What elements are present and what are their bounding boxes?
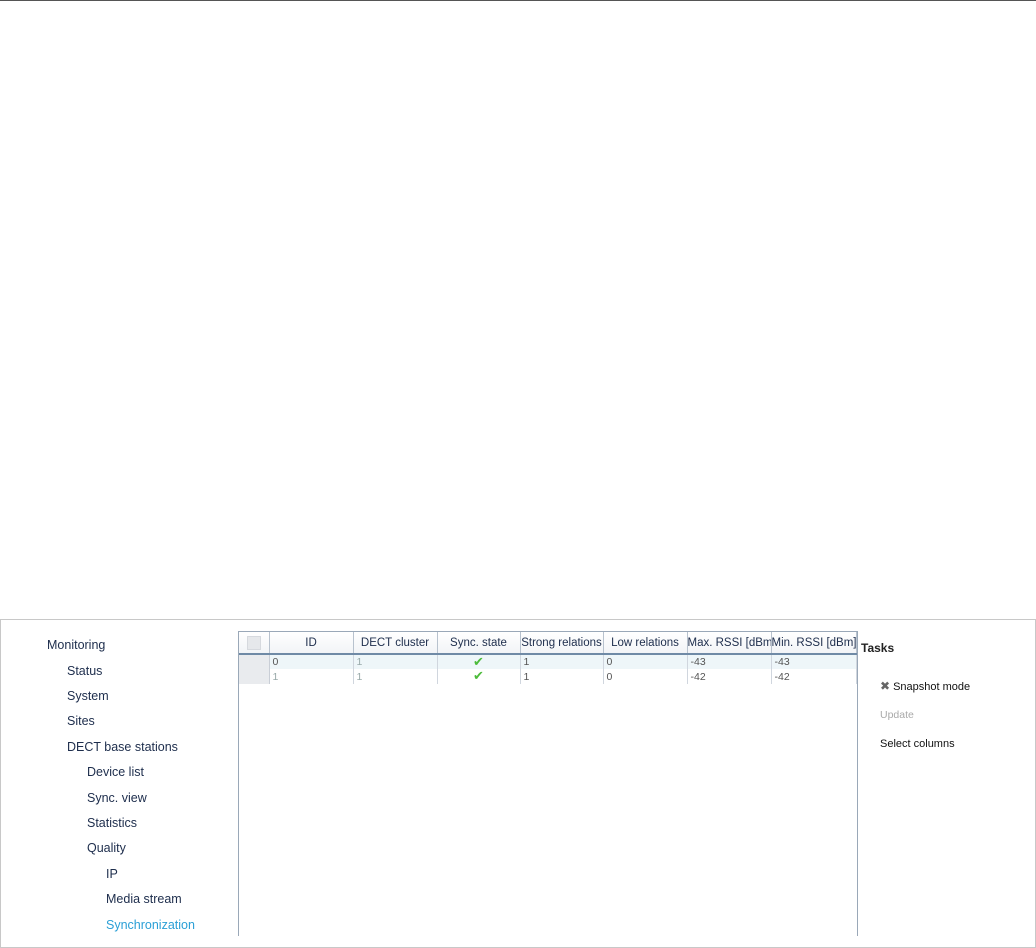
- cell-min-rssi: -43: [771, 654, 857, 669]
- header-row: ID DECT cluster Sync. state Strong relat…: [239, 632, 857, 655]
- nav-item-sites[interactable]: Sites: [67, 714, 95, 728]
- tasks-panel: Tasks ✖ Snapshot mode Update Select colum…: [859, 620, 1035, 947]
- navigation-tree: Monitoring Status System Sites DECT base…: [1, 620, 237, 947]
- select-all-header[interactable]: [239, 632, 270, 655]
- column-header-low-relations[interactable]: Low relations: [603, 632, 688, 655]
- nav-item-system[interactable]: System: [67, 689, 109, 703]
- snapshot-mode-label: Snapshot mode: [893, 681, 971, 693]
- cell-min-rssi: -42: [771, 669, 857, 684]
- column-header-max-rssi[interactable]: Max. RSSI [dBm]: [687, 632, 772, 655]
- column-header-strong-relations[interactable]: Strong relations: [520, 632, 604, 655]
- cell-dect-cluster: 1: [353, 654, 438, 669]
- update-button[interactable]: Update: [880, 709, 914, 721]
- main-panel: Monitoring Status System Sites DECT base…: [0, 619, 1036, 948]
- check-icon: ✔: [473, 669, 484, 683]
- nav-item-sync-view[interactable]: Sync. view: [87, 791, 147, 805]
- tasks-title: Tasks: [861, 641, 895, 655]
- table-row[interactable]: 1 1 ✔ 1 0 -42 -42: [239, 669, 857, 684]
- cell-max-rssi: -42: [687, 669, 772, 684]
- cell-strong-relations: 1: [520, 669, 604, 684]
- cell-strong-relations: 1: [520, 654, 604, 669]
- top-divider: [0, 0, 1036, 1]
- cell-low-relations: 0: [603, 669, 688, 684]
- nav-item-ip[interactable]: IP: [106, 867, 118, 881]
- column-header-dect-cluster[interactable]: DECT cluster: [353, 632, 438, 655]
- cell-sync-state: ✔: [437, 669, 521, 684]
- nav-item-status[interactable]: Status: [67, 664, 102, 678]
- row-selector[interactable]: [239, 654, 270, 669]
- column-header-min-rssi[interactable]: Min. RSSI [dBm]: [771, 632, 857, 655]
- row-selector[interactable]: [239, 669, 270, 684]
- nav-item-monitoring[interactable]: Monitoring: [47, 638, 105, 652]
- close-icon: ✖: [880, 679, 891, 693]
- check-icon: ✔: [473, 654, 484, 669]
- select-all-checkbox[interactable]: [246, 635, 261, 650]
- column-header-sync-state[interactable]: Sync. state: [437, 632, 521, 655]
- cell-low-relations: 0: [603, 654, 688, 669]
- table-row[interactable]: 0 1 ✔ 1 0 -43 -43: [239, 654, 857, 669]
- cell-id: 0: [269, 654, 354, 669]
- nav-item-media-stream[interactable]: Media stream: [106, 892, 182, 906]
- data-table: ID DECT cluster Sync. state Strong relat…: [239, 632, 857, 684]
- synchronization-grid: ID DECT cluster Sync. state Strong relat…: [238, 631, 858, 936]
- nav-item-device-list[interactable]: Device list: [87, 765, 144, 779]
- nav-item-synchronization[interactable]: Synchronization: [106, 918, 195, 932]
- nav-item-statistics[interactable]: Statistics: [87, 816, 137, 830]
- cell-dect-cluster: 1: [353, 669, 438, 684]
- cell-id: 1: [269, 669, 354, 684]
- column-header-id[interactable]: ID: [269, 632, 354, 655]
- cell-max-rssi: -43: [687, 654, 772, 669]
- cell-sync-state: ✔: [437, 654, 521, 669]
- nav-item-dect-base-stations[interactable]: DECT base stations: [67, 740, 178, 754]
- snapshot-mode-button[interactable]: ✖ Snapshot mode: [880, 679, 970, 693]
- nav-item-quality[interactable]: Quality: [87, 841, 126, 855]
- select-columns-button[interactable]: Select columns: [880, 738, 955, 750]
